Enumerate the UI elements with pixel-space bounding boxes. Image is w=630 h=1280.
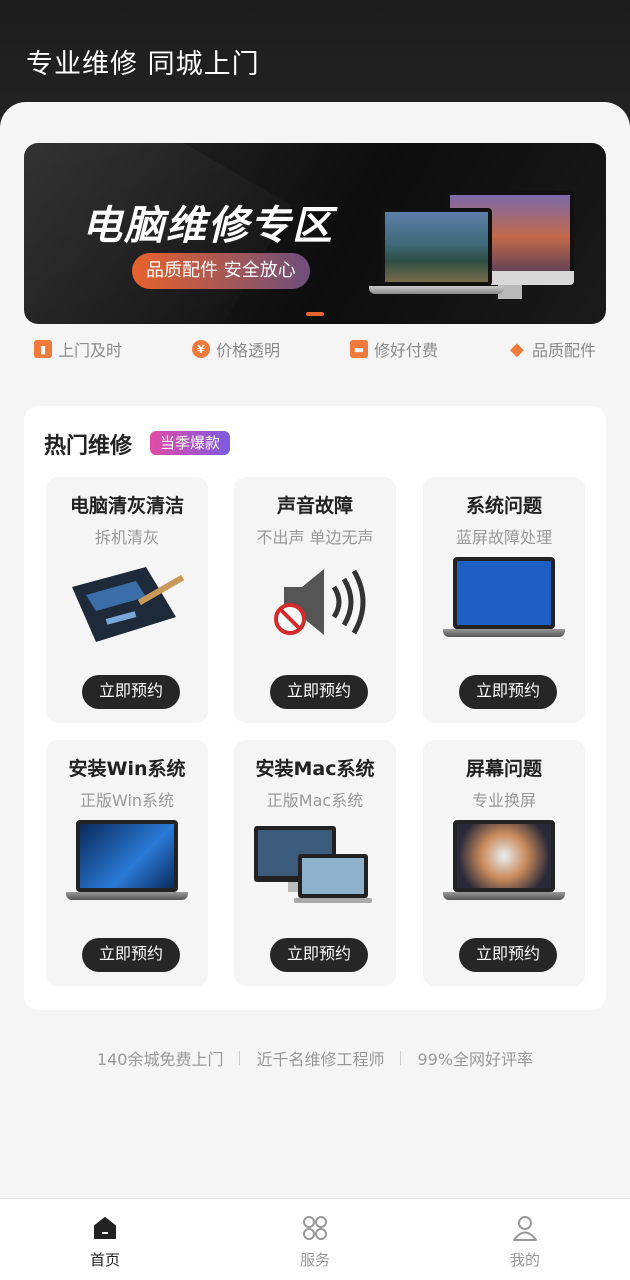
card-icon: ▬ — [349, 340, 368, 358]
banner-slogan: 品质配件 安全放心 — [132, 253, 310, 289]
stat-engineers: 近千名维修工程师 — [256, 1050, 385, 1069]
speaker-muted-icon — [254, 557, 376, 647]
feature-item: ¥ 价格透明 — [191, 336, 280, 362]
bluescreen-laptop-image — [443, 557, 565, 647]
service-tile-win[interactable]: 安装Win系统 正版Win系统 立即预约 — [46, 740, 208, 986]
banner-pagination-dot[interactable] — [306, 312, 324, 316]
tile-title: 声音故障 — [276, 495, 353, 517]
service-tile-screen[interactable]: 屏幕问题 专业换屏 立即预约 — [423, 740, 585, 986]
tile-subtitle: 拆机清灰 — [94, 528, 159, 547]
feature-item: ▬ 修好付费 — [349, 336, 438, 362]
bottom-tab-bar: 首页 服务 我的 — [0, 1198, 630, 1280]
divider — [400, 1051, 402, 1065]
macbook-illustration — [369, 208, 504, 298]
service-tile-system[interactable]: 系统问题 蓝屏故障处理 立即预约 — [423, 477, 585, 723]
grid-icon — [302, 1215, 328, 1241]
book-now-button[interactable]: 立即预约 — [82, 938, 180, 972]
book-now-button[interactable]: 立即预约 — [82, 675, 180, 709]
feature-label: 修好付费 — [373, 341, 438, 360]
door-icon: ▮ — [34, 340, 52, 358]
feature-label: 品质配件 — [531, 341, 596, 360]
service-tile-sound[interactable]: 声音故障 不出声 单边无声 立即预约 — [234, 477, 396, 723]
tile-title: 屏幕问题 — [465, 758, 542, 780]
tab-home[interactable]: 首页 — [0, 1199, 210, 1280]
feature-strip: ▮ 上门及时 ¥ 价格透明 ▬ 修好付费 ◆ 品质配件 — [34, 336, 596, 362]
tile-title: 安装Win系统 — [68, 758, 186, 780]
book-now-button[interactable]: 立即预约 — [459, 675, 557, 709]
feature-label: 上门及时 — [58, 341, 123, 360]
windows-laptop-image — [66, 820, 188, 910]
tile-subtitle: 蓝屏故障处理 — [455, 528, 552, 547]
book-now-button[interactable]: 立即预约 — [459, 938, 557, 972]
promo-banner[interactable]: 电脑维修专区 品质配件 安全放心 — [24, 143, 606, 324]
service-stats: 140余城免费上门 近千名维修工程师 99%全网好评率 — [0, 1046, 630, 1070]
stat-cities: 140余城免费上门 — [96, 1050, 224, 1069]
tile-title: 系统问题 — [465, 495, 542, 517]
tile-subtitle: 正版Win系统 — [79, 791, 175, 810]
service-tile-cleaning[interactable]: 电脑清灰清洁 拆机清灰 立即预约 — [46, 477, 208, 723]
book-now-button[interactable]: 立即预约 — [270, 938, 368, 972]
stat-rating: 99%全网好评率 — [417, 1050, 534, 1069]
book-now-button[interactable]: 立即预约 — [270, 675, 368, 709]
cracked-screen-laptop-image — [443, 820, 565, 910]
tile-subtitle: 正版Mac系统 — [266, 791, 364, 810]
page-title: 专业维修 同城上门 — [26, 49, 260, 80]
motherboard-image — [66, 557, 188, 647]
tab-label: 首页 — [89, 1251, 120, 1269]
hot-badge: 当季爆款 — [150, 431, 231, 455]
tile-title: 电脑清灰清洁 — [69, 495, 184, 517]
banner-title: 电脑维修专区 — [82, 203, 334, 249]
tile-title: 安装Mac系统 — [255, 758, 375, 780]
tab-label: 我的 — [509, 1251, 540, 1269]
feature-item: ◆ 品质配件 — [508, 336, 596, 362]
divider — [239, 1051, 241, 1065]
user-icon — [512, 1215, 538, 1241]
tab-services[interactable]: 服务 — [210, 1199, 420, 1280]
tab-profile[interactable]: 我的 — [420, 1199, 630, 1280]
tile-subtitle: 专业换屏 — [471, 791, 536, 810]
section-title: 热门维修 — [44, 434, 133, 459]
tab-label: 服务 — [299, 1251, 330, 1269]
mac-devices-image — [254, 820, 376, 910]
feature-label: 价格透明 — [215, 341, 280, 360]
yen-icon: ¥ — [191, 340, 210, 358]
feature-item: ▮ 上门及时 — [34, 336, 122, 362]
service-tile-mac[interactable]: 安装Mac系统 正版Mac系统 立即预约 — [234, 740, 396, 986]
tile-subtitle: 不出声 单边无声 — [256, 528, 374, 547]
home-icon — [92, 1215, 118, 1241]
diamond-icon: ◆ — [510, 338, 524, 360]
